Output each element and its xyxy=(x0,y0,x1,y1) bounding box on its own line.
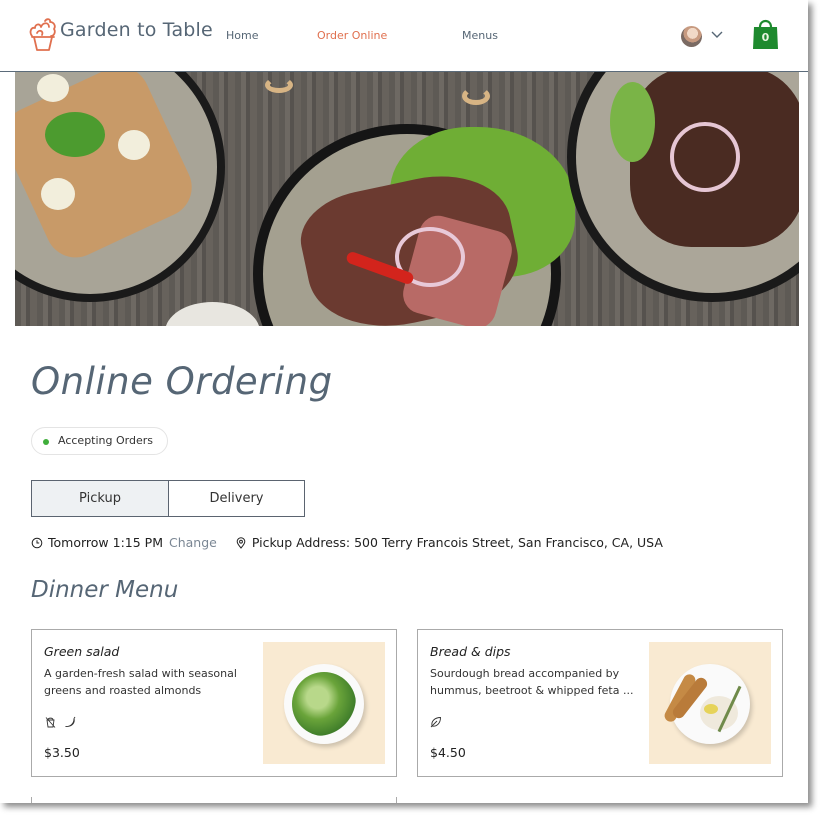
tab-delivery[interactable]: Delivery xyxy=(168,480,305,517)
menu-item-description: A garden-fresh salad with seasonal green… xyxy=(44,667,237,697)
gluten-free-icon xyxy=(45,717,56,728)
chevron-down-icon[interactable] xyxy=(710,30,724,40)
salad-plate xyxy=(284,664,364,744)
hero-bowl xyxy=(165,302,260,326)
menu-item-description: Sourdough bread accompanied by hummus, b… xyxy=(430,667,634,697)
clock-icon xyxy=(31,537,43,548)
next-card-edge xyxy=(396,797,397,803)
hero-image xyxy=(15,72,799,326)
status-badge: Accepting Orders xyxy=(31,427,168,455)
hero-cream-2 xyxy=(118,130,150,160)
dietary-labels xyxy=(44,716,76,728)
section-title-dinner-menu: Dinner Menu xyxy=(31,577,179,603)
hero-greens-right xyxy=(610,82,655,162)
fulfillment-tabs: Pickup Delivery xyxy=(31,480,305,517)
dip-plate xyxy=(662,664,750,744)
cupcake-logo-icon[interactable] xyxy=(28,17,58,53)
page-title: Online Ordering xyxy=(31,360,333,403)
tab-pickup[interactable]: Pickup xyxy=(31,480,169,517)
site-header: Garden to Table Home Order Online Menus … xyxy=(0,0,808,72)
brand-name[interactable]: Garden to Table xyxy=(60,19,213,41)
hero-cashew xyxy=(265,77,293,93)
location-pin-icon xyxy=(236,536,246,549)
hero-cream-3 xyxy=(41,178,75,210)
nav-home[interactable]: Home xyxy=(226,29,258,42)
cart-count[interactable]: 0 xyxy=(752,31,779,44)
nav-menus[interactable]: Menus xyxy=(462,29,498,42)
menu-item-price: $3.50 xyxy=(44,745,80,760)
status-text: Accepting Orders xyxy=(58,434,153,447)
change-time-link[interactable]: Change xyxy=(169,535,217,550)
dietary-labels xyxy=(430,716,442,728)
hero-cream-1 xyxy=(37,74,69,102)
hero-herbs xyxy=(45,112,105,157)
pickup-info: Tomorrow 1:15 PM Change Pickup Address: … xyxy=(31,535,663,550)
pickup-address: Pickup Address: 500 Terry Francois Stree… xyxy=(251,535,663,550)
vegan-leaf-icon xyxy=(430,717,441,728)
next-card-edge xyxy=(31,797,32,803)
pickup-time: Tomorrow 1:15 PM xyxy=(48,535,163,550)
menu-item-image xyxy=(649,642,771,764)
hero-cashew xyxy=(462,87,490,105)
spicy-pepper-icon xyxy=(65,716,76,727)
page: Garden to Table Home Order Online Menus … xyxy=(0,0,808,803)
olive-oil xyxy=(704,704,718,714)
status-dot-icon xyxy=(43,439,49,445)
hero-onion-right xyxy=(670,122,740,192)
menu-item-name: Bread & dips xyxy=(430,644,511,659)
user-avatar[interactable] xyxy=(681,26,702,47)
salad-greens xyxy=(292,672,356,736)
nav-order-online[interactable]: Order Online xyxy=(317,29,387,42)
menu-item-card[interactable]: Bread & dips Sourdough bread accompanied… xyxy=(417,629,783,777)
menu-item-image xyxy=(263,642,385,764)
menu-item-card[interactable]: Green salad A garden-fresh salad with se… xyxy=(31,629,397,777)
menu-item-name: Green salad xyxy=(44,644,120,659)
menu-item-price: $4.50 xyxy=(430,745,466,760)
